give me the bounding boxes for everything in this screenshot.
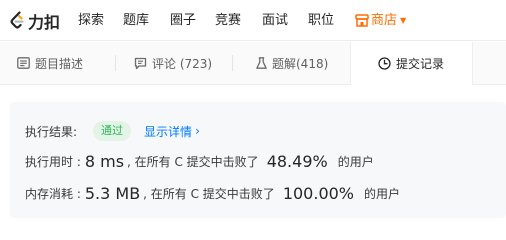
status-row: 执行结果: 通过 显示详情 › bbox=[25, 121, 200, 141]
tab-solutions[interactable]: 题解(418) bbox=[256, 42, 328, 84]
runtime-tail-text: 的用户 bbox=[337, 155, 374, 169]
runtime-comparison-text: , 在所有 C 提交中击败了 bbox=[127, 155, 259, 169]
memory-label: 内存消耗 : bbox=[25, 187, 81, 201]
runtime-label: 执行用时 : bbox=[25, 155, 81, 169]
comment-icon bbox=[134, 57, 147, 70]
chevron-down-icon: ▼ bbox=[400, 16, 407, 25]
show-details-label: 显示详情 bbox=[144, 124, 193, 139]
tab-label: 评论 (723) bbox=[152, 56, 213, 71]
submission-result-panel: 执行结果: 通过 显示详情 › 执行用时 : 8 ms , 在所有 C 提交中击… bbox=[10, 102, 506, 218]
brand-logo[interactable]: 力扣 bbox=[9, 9, 60, 33]
flask-icon bbox=[256, 56, 267, 70]
memory-value: 5.3 MB bbox=[84, 184, 141, 203]
nav-item-store[interactable]: 商店 ▼ bbox=[355, 12, 406, 29]
tab-label: 提交记录 bbox=[396, 57, 445, 71]
store-label: 商店 bbox=[371, 13, 398, 28]
memory-comparison-text: , 在所有 C 提交中击败了 bbox=[143, 187, 275, 201]
tab-submissions[interactable]: 提交记录 bbox=[350, 42, 473, 85]
nav-item-circle[interactable]: 圈子 bbox=[170, 12, 196, 29]
runtime-value: 8 ms bbox=[84, 152, 125, 171]
store-icon bbox=[355, 14, 369, 27]
top-navbar: 力扣 探索 题库 圈子 竞赛 面试 职位 商店 ▼ bbox=[0, 0, 506, 41]
brand-name: 力扣 bbox=[28, 13, 61, 32]
leetcode-logo-icon bbox=[10, 11, 24, 29]
memory-row: 内存消耗 : 5.3 MB , 在所有 C 提交中击败了 100.00% 的用户 bbox=[25, 184, 400, 203]
document-icon bbox=[17, 57, 30, 69]
status-badge: 通过 bbox=[93, 121, 132, 141]
nav-item-contest[interactable]: 竞赛 bbox=[215, 12, 241, 29]
memory-percentile: 100.00% bbox=[282, 184, 354, 203]
tab-label: 题目描述 bbox=[35, 56, 84, 71]
show-details-link[interactable]: 显示详情 › bbox=[144, 123, 200, 140]
nav-item-interview[interactable]: 面试 bbox=[262, 12, 288, 29]
chevron-right-icon: › bbox=[195, 124, 200, 138]
nav-item-jobs[interactable]: 职位 bbox=[308, 12, 334, 29]
tab-description[interactable]: 题目描述 bbox=[17, 42, 83, 84]
nav-item-explore[interactable]: 探索 bbox=[78, 12, 104, 29]
nav-item-problems[interactable]: 题库 bbox=[123, 12, 149, 29]
problem-tabs: 题目描述 评论 (723) 题解(418) 提交记录 bbox=[0, 42, 506, 85]
runtime-row: 执行用时 : 8 ms , 在所有 C 提交中击败了 48.49% 的用户 bbox=[25, 152, 374, 171]
tab-divider bbox=[232, 55, 233, 71]
tab-label: 题解(418) bbox=[272, 56, 329, 71]
status-label: 执行结果: bbox=[25, 124, 78, 139]
tab-comments[interactable]: 评论 (723) bbox=[134, 42, 212, 84]
tab-divider bbox=[115, 55, 116, 71]
clock-icon bbox=[378, 57, 391, 70]
runtime-percentile: 48.49% bbox=[266, 152, 328, 171]
memory-tail-text: 的用户 bbox=[364, 187, 401, 201]
